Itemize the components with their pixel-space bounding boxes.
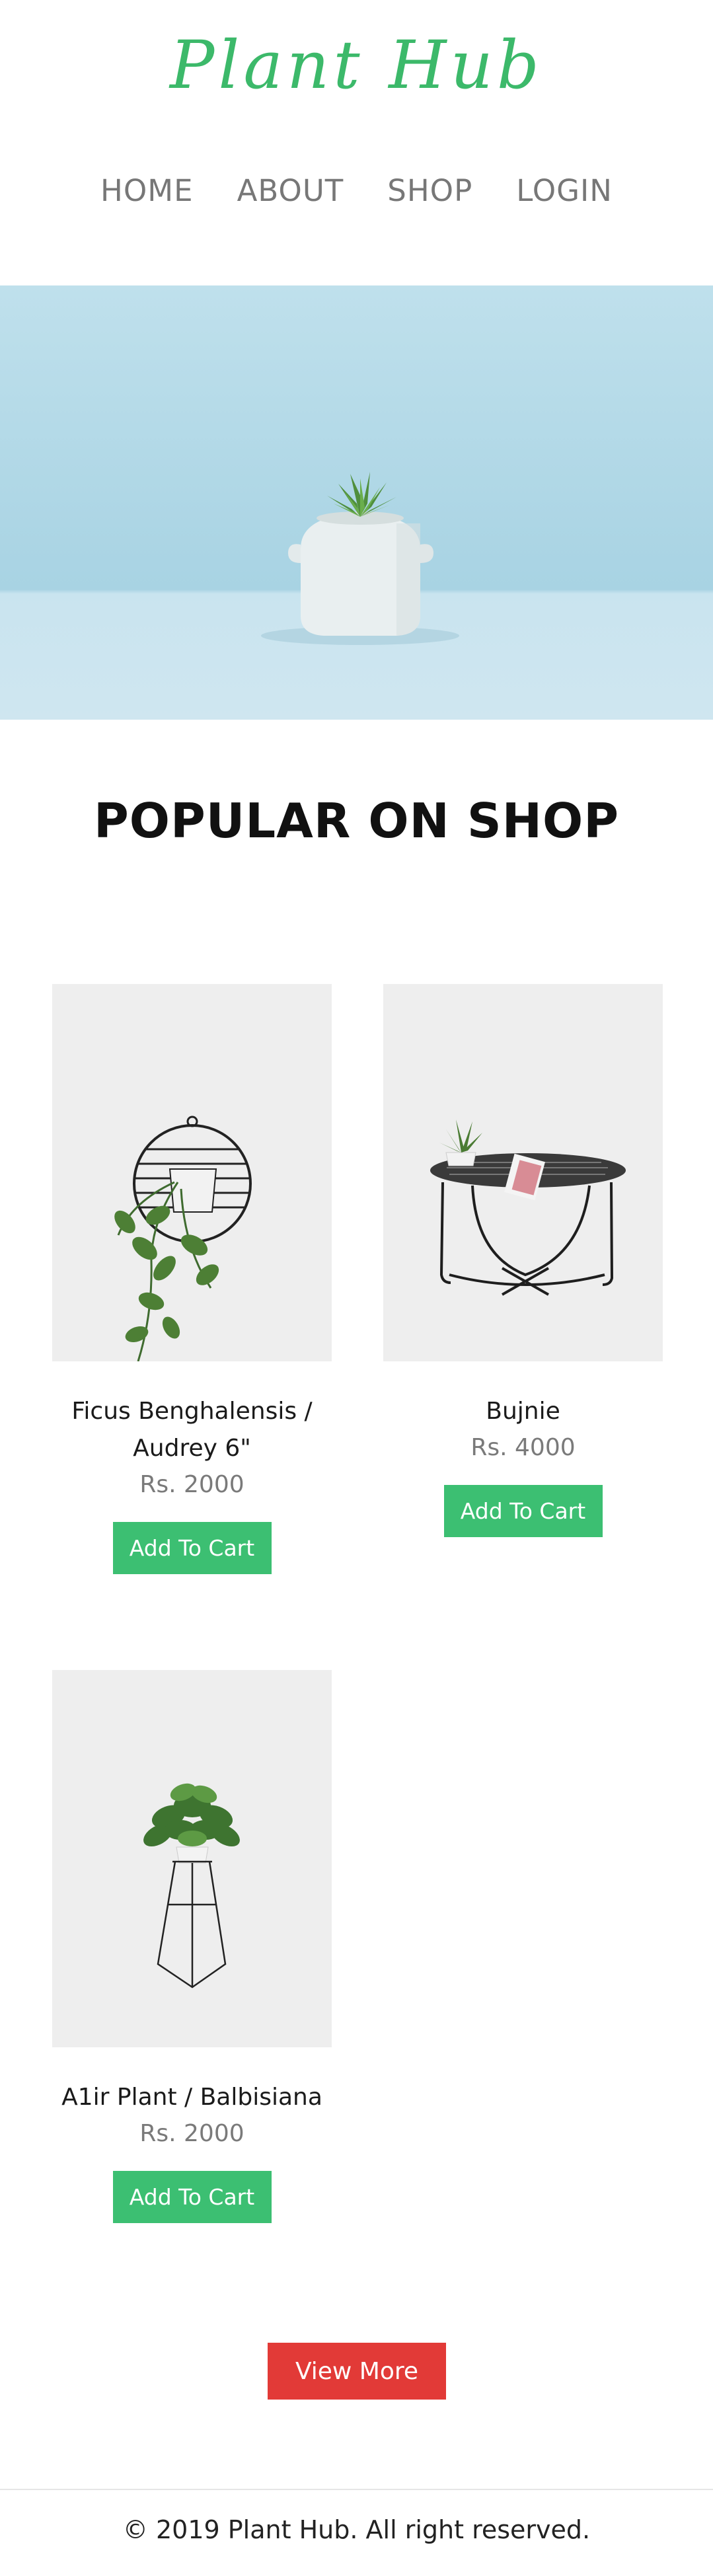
product-price: Rs. 4000 xyxy=(470,1434,576,1461)
hanging-ring-planter-image xyxy=(114,1116,252,1361)
product-card: Bujnie Rs. 4000 Add To Cart xyxy=(383,984,663,1537)
product-price: Rs. 2000 xyxy=(139,2120,244,2147)
product-image[interactable] xyxy=(52,984,332,1361)
product-image[interactable] xyxy=(52,1670,332,2047)
product-card: A1ir Plant / Balbisiana Rs. 2000 Add To … xyxy=(52,1670,332,2223)
product-image[interactable] xyxy=(383,984,663,1361)
product-price: Rs. 2000 xyxy=(139,1471,244,1498)
product-name[interactable]: Ficus Benghalensis / Audrey 6" xyxy=(52,1393,332,1467)
add-to-cart-button[interactable]: Add To Cart xyxy=(443,1485,603,1537)
nav-item-login[interactable]: LOGIN xyxy=(516,173,613,208)
view-more-button[interactable]: View More xyxy=(268,2343,446,2400)
product-name[interactable]: Bujnie xyxy=(383,1393,663,1430)
hero-banner xyxy=(0,285,713,720)
footer-copyright: © 2019 Plant Hub. All right reserved. xyxy=(122,2515,591,2544)
nav-item-about[interactable]: ABOUT xyxy=(237,173,344,208)
plant-on-stand-image xyxy=(143,1783,240,1989)
site-header: Plant Hub HOME ABOUT SHOP LOGIN xyxy=(0,0,713,285)
nav-item-shop[interactable]: SHOP xyxy=(387,173,472,208)
product-name[interactable]: A1ir Plant / Balbisiana xyxy=(52,2079,332,2116)
site-logo[interactable]: Plant Hub xyxy=(0,26,713,104)
add-to-cart-button[interactable]: Add To Cart xyxy=(112,1522,272,1574)
product-card: Ficus Benghalensis / Audrey 6" Rs. 2000 … xyxy=(52,984,332,1574)
footer-divider xyxy=(0,2489,713,2490)
hero-plant-image xyxy=(261,472,459,645)
add-to-cart-button[interactable]: Add To Cart xyxy=(112,2171,272,2223)
nav-item-home[interactable]: HOME xyxy=(100,173,194,208)
wire-table-with-plant-image xyxy=(430,1119,626,1296)
main-nav: HOME ABOUT SHOP LOGIN xyxy=(0,173,713,208)
section-title: POPULAR ON SHOP xyxy=(94,793,619,849)
